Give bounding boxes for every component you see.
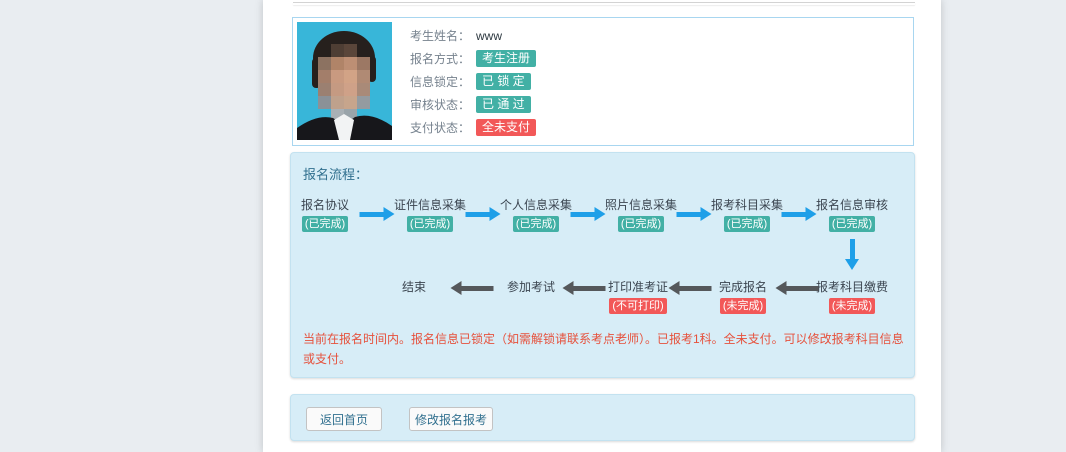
flow-step-end: 结束	[402, 279, 426, 295]
step-name: 个人信息采集	[500, 197, 572, 213]
flow-step-complete-registration: 完成报名 (未完成)	[719, 279, 767, 314]
registration-flow-panel: 报名流程： 报名协议 (已完成) 证件信息采集 (已完成) 个人信息采集 (已完…	[290, 152, 915, 378]
step-status-badge: (已完成)	[302, 216, 348, 232]
candidate-photo	[297, 22, 392, 140]
flow-step-photo-info: 照片信息采集 (已完成)	[605, 197, 677, 232]
flow-step-print-ticket: 打印准考证 (不可打印)	[608, 279, 668, 314]
step-name: 完成报名	[719, 279, 767, 295]
info-row-payment: 支付状态： 全未支付	[410, 116, 536, 139]
name-label: 考生姓名：	[410, 27, 472, 44]
method-badge: 考生注册	[476, 50, 536, 67]
back-home-button[interactable]: 返回首页	[306, 407, 382, 431]
step-name: 报考科目缴费	[816, 279, 888, 295]
name-value: www	[476, 29, 502, 43]
step-status-badge: (未完成)	[829, 298, 875, 314]
step-name: 报名协议	[301, 197, 349, 213]
flow-step-info-audit: 报名信息审核 (已完成)	[816, 197, 888, 232]
flow-arrow-right-icon	[466, 207, 501, 221]
audit-label: 审核状态：	[410, 96, 472, 113]
step-name: 报考科目采集	[711, 197, 783, 213]
top-section-divider	[293, 2, 915, 5]
flow-step-agreement: 报名协议 (已完成)	[301, 197, 349, 232]
flow-step-id-info: 证件信息采集 (已完成)	[394, 197, 466, 232]
flow-arrow-left-icon	[669, 281, 712, 295]
payment-status-badge: 全未支付	[476, 119, 536, 136]
info-row-method: 报名方式： 考生注册	[410, 47, 536, 70]
step-status-badge: (未完成)	[720, 298, 766, 314]
flow-arrow-right-icon	[571, 207, 606, 221]
flow-arrow-left-icon	[451, 281, 494, 295]
info-row-audit: 审核状态： 已 通 过	[410, 93, 536, 116]
flow-arrow-right-icon	[782, 207, 817, 221]
step-name: 照片信息采集	[605, 197, 677, 213]
flow-title: 报名流程：	[303, 164, 368, 183]
step-status-badge: (已完成)	[407, 216, 453, 232]
registration-notice: 当前在报名时间内。报名信息已锁定（如需解锁请联系考点老师）。已报考1科。全未支付…	[303, 329, 904, 369]
payment-label: 支付状态：	[410, 119, 472, 136]
candidate-photo-image	[297, 22, 392, 140]
flow-step-subject-select: 报考科目采集 (已完成)	[711, 197, 783, 232]
step-name: 报名信息审核	[816, 197, 888, 213]
step-status-badge: (不可打印)	[609, 298, 666, 314]
step-name: 参加考试	[507, 279, 555, 295]
lock-label: 信息锁定：	[410, 73, 472, 90]
flow-arrow-left-icon	[776, 281, 819, 295]
candidate-info-card: 考生姓名： www 报名方式： 考生注册 信息锁定： 已 锁 定 审核状态： 已…	[292, 17, 914, 146]
candidate-info-rows: 考生姓名： www 报名方式： 考生注册 信息锁定： 已 锁 定 审核状态： 已…	[410, 24, 536, 139]
step-name: 证件信息采集	[394, 197, 466, 213]
flow-arrow-down-icon	[845, 239, 859, 270]
flow-arrow-right-icon	[360, 207, 395, 221]
audit-status-badge: 已 通 过	[476, 96, 531, 113]
flow-step-personal-info: 个人信息采集 (已完成)	[500, 197, 572, 232]
flow-step-subject-payment: 报考科目缴费 (未完成)	[816, 279, 888, 314]
info-row-name: 考生姓名： www	[410, 24, 536, 47]
step-status-badge: (已完成)	[618, 216, 664, 232]
main-content-column: 考生姓名： www 报名方式： 考生注册 信息锁定： 已 锁 定 审核状态： 已…	[263, 0, 941, 452]
step-name: 结束	[402, 279, 426, 295]
method-label: 报名方式：	[410, 50, 472, 67]
step-name: 打印准考证	[608, 279, 668, 295]
step-status-badge: (已完成)	[513, 216, 559, 232]
action-panel: 返回首页 修改报名报考	[290, 394, 915, 441]
flow-arrow-right-icon	[677, 207, 712, 221]
flow-arrow-left-icon	[563, 281, 606, 295]
modify-registration-button[interactable]: 修改报名报考	[409, 407, 493, 431]
info-row-lock: 信息锁定： 已 锁 定	[410, 70, 536, 93]
lock-status-badge: 已 锁 定	[476, 73, 531, 90]
step-status-badge: (已完成)	[829, 216, 875, 232]
flow-step-take-exam: 参加考试	[507, 279, 555, 295]
step-status-badge: (已完成)	[724, 216, 770, 232]
